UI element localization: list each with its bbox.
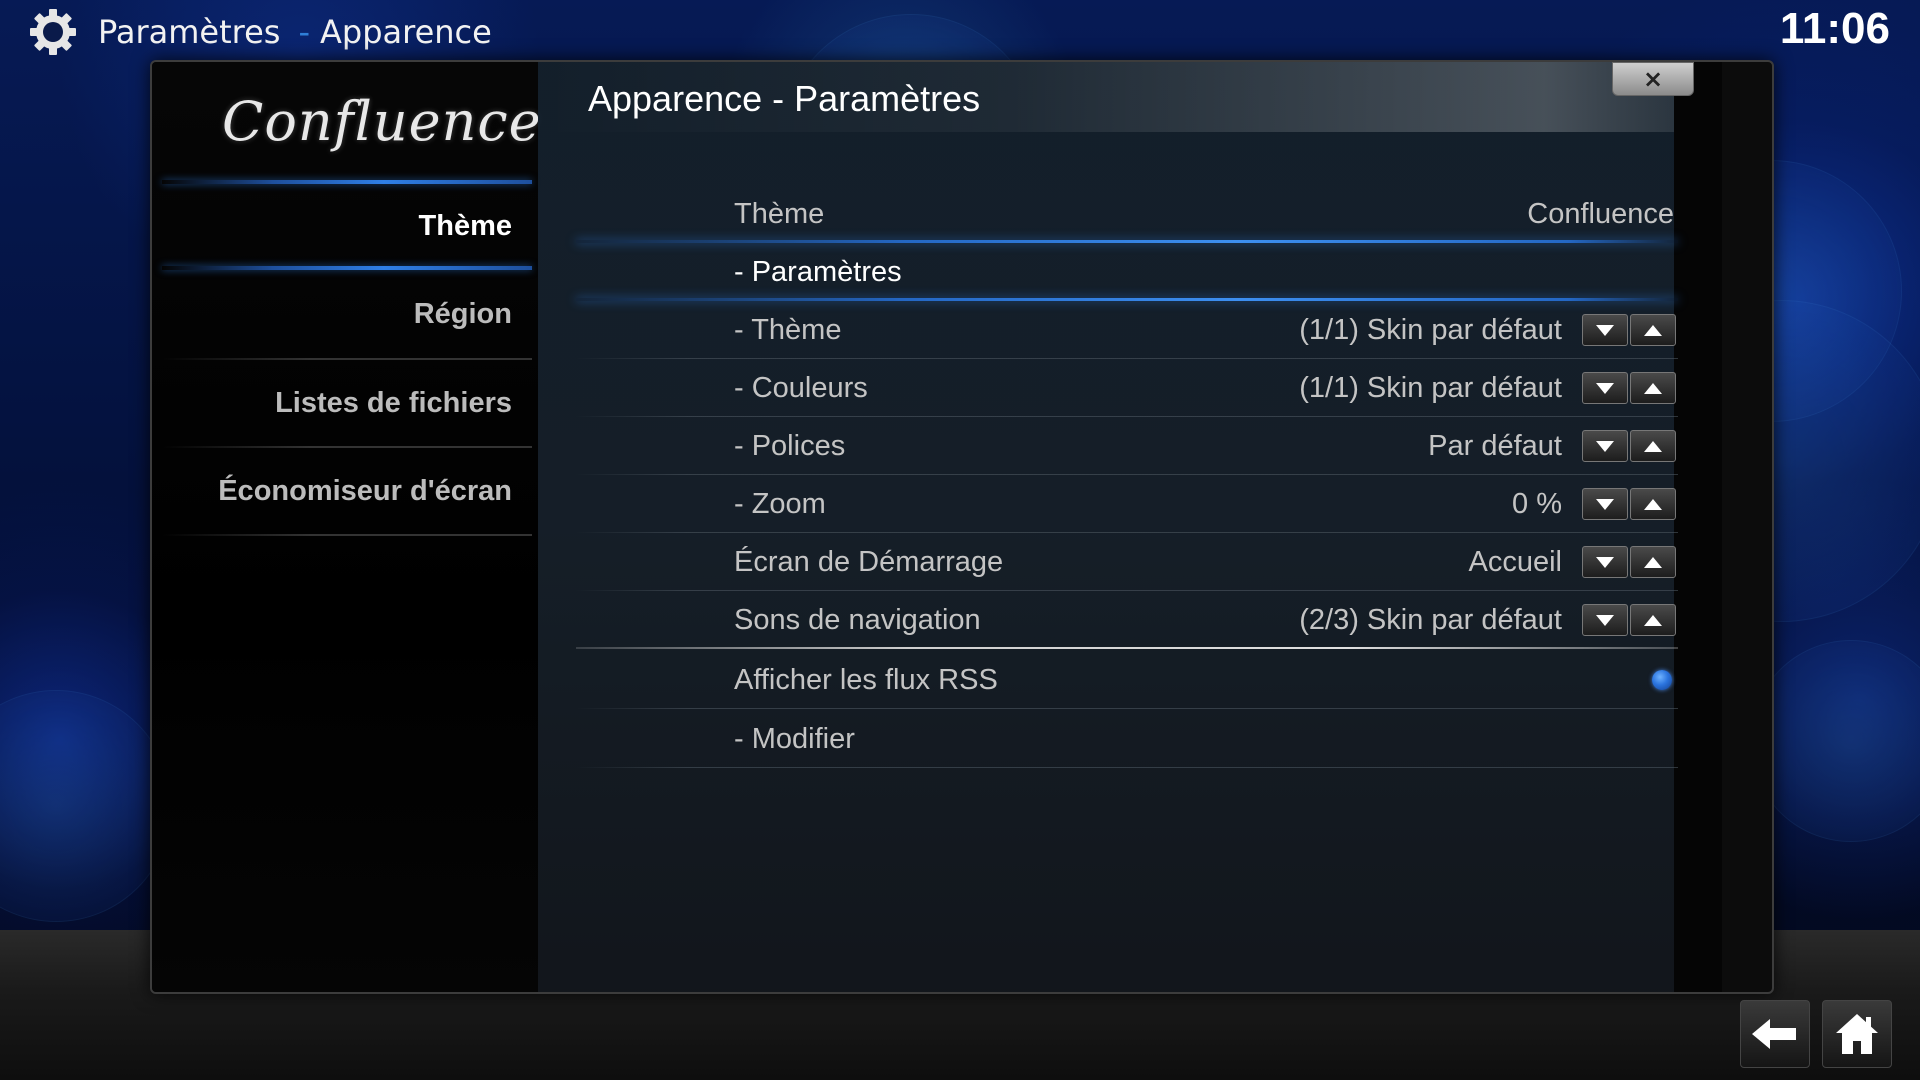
panel-edge xyxy=(1674,62,1722,992)
setting-label: - Polices xyxy=(734,430,846,462)
breadcrumb-page: Apparence xyxy=(320,13,492,51)
row-divider xyxy=(576,708,1678,709)
sidebar-divider xyxy=(162,266,532,270)
setting-label: Écran de Démarrage xyxy=(734,546,1004,578)
spin-up-button[interactable] xyxy=(1630,546,1676,578)
close-button[interactable]: × xyxy=(1612,62,1694,96)
row-divider xyxy=(576,767,1678,768)
setting-row-fonts[interactable]: - Polices Par défaut xyxy=(576,417,1678,475)
setting-label: - Zoom xyxy=(734,488,826,520)
spin-up-button[interactable] xyxy=(1630,430,1676,462)
setting-row-navigation-sounds[interactable]: Sons de navigation (2/3) Skin par défaut xyxy=(576,591,1678,649)
spin-control xyxy=(1582,546,1678,578)
setting-row-theme[interactable]: Thème Confluence xyxy=(576,185,1678,243)
setting-value: (1/1) Skin par défaut xyxy=(1299,372,1562,404)
setting-value: (2/3) Skin par défaut xyxy=(1299,604,1562,636)
spin-up-button[interactable] xyxy=(1630,488,1676,520)
chevron-down-icon xyxy=(1596,440,1614,452)
setting-label: - Couleurs xyxy=(734,372,868,404)
setting-row-edit-rss[interactable]: - Modifier xyxy=(576,710,1678,768)
sidebar-divider xyxy=(162,446,532,448)
background-bubble xyxy=(0,690,172,922)
chevron-down-icon xyxy=(1596,556,1614,568)
sidebar-item-file-lists[interactable]: Listes de fichiers xyxy=(275,387,512,420)
spin-down-button[interactable] xyxy=(1582,372,1628,404)
sidebar-divider xyxy=(162,358,532,360)
chevron-up-icon xyxy=(1644,324,1662,336)
spin-control xyxy=(1582,372,1678,404)
breadcrumb-section: Paramètres xyxy=(98,13,281,51)
chevron-down-icon xyxy=(1596,498,1614,510)
back-arrow-icon xyxy=(1752,1019,1796,1049)
background-bubble xyxy=(1750,640,1920,842)
sidebar: Confluence Thème Région Listes de fichie… xyxy=(152,62,541,992)
home-icon xyxy=(1836,1014,1878,1054)
chevron-up-icon xyxy=(1644,498,1662,510)
setting-value: Confluence xyxy=(1527,198,1674,230)
toggle-on-indicator[interactable] xyxy=(1652,670,1672,690)
spin-down-button[interactable] xyxy=(1582,546,1628,578)
spin-control xyxy=(1582,314,1678,346)
dialog-title: Apparence - Paramètres xyxy=(588,78,981,119)
setting-row-colors[interactable]: - Couleurs (1/1) Skin par défaut xyxy=(576,359,1678,417)
setting-label: Thème xyxy=(734,198,825,230)
clock: 11:06 xyxy=(1779,4,1890,53)
chevron-up-icon xyxy=(1644,382,1662,394)
setting-value: Par défaut xyxy=(1428,430,1562,462)
chevron-down-icon xyxy=(1596,324,1614,336)
setting-value: (1/1) Skin par défaut xyxy=(1299,314,1562,346)
spin-up-button[interactable] xyxy=(1630,314,1676,346)
sidebar-item-screensaver[interactable]: Économiseur d'écran xyxy=(218,475,512,508)
chevron-down-icon xyxy=(1596,614,1614,626)
setting-label: - Thème xyxy=(734,314,842,346)
chevron-up-icon xyxy=(1644,614,1662,626)
gear-icon xyxy=(30,9,76,55)
settings-dialog: Confluence Thème Région Listes de fichie… xyxy=(150,60,1774,994)
home-button[interactable] xyxy=(1822,1000,1892,1068)
setting-label: Sons de navigation xyxy=(734,604,981,636)
sidebar-item-region[interactable]: Région xyxy=(414,298,512,331)
close-icon: × xyxy=(1642,65,1664,93)
skin-logo: Confluence xyxy=(222,90,542,153)
kodi-screen: Paramètres - Apparence 11:06 Confluence … xyxy=(0,0,1920,1080)
spin-down-button[interactable] xyxy=(1582,604,1628,636)
setting-label: - Paramètres xyxy=(734,256,902,288)
breadcrumb: Paramètres - Apparence xyxy=(28,6,492,58)
setting-label: - Modifier xyxy=(734,723,855,755)
setting-row-rss-feeds[interactable]: Afficher les flux RSS xyxy=(576,651,1678,709)
row-divider xyxy=(576,647,1678,649)
back-button[interactable] xyxy=(1740,1000,1810,1068)
spin-up-button[interactable] xyxy=(1630,604,1676,636)
setting-row-zoom[interactable]: - Zoom 0 % xyxy=(576,475,1678,533)
spin-control xyxy=(1582,430,1678,462)
setting-label: Afficher les flux RSS xyxy=(734,664,998,696)
spin-down-button[interactable] xyxy=(1582,314,1628,346)
breadcrumb-separator: - xyxy=(298,13,310,51)
chevron-up-icon xyxy=(1644,440,1662,452)
spin-up-button[interactable] xyxy=(1630,372,1676,404)
setting-value: 0 % xyxy=(1512,488,1562,520)
chevron-up-icon xyxy=(1644,556,1662,568)
chevron-down-icon xyxy=(1596,382,1614,394)
sidebar-item-theme[interactable]: Thème xyxy=(419,210,512,243)
setting-row-skin-theme[interactable]: - Thème (1/1) Skin par défaut xyxy=(576,301,1678,359)
spin-down-button[interactable] xyxy=(1582,488,1628,520)
setting-row-startup-window[interactable]: Écran de Démarrage Accueil xyxy=(576,533,1678,591)
spin-control xyxy=(1582,604,1678,636)
spin-control xyxy=(1582,488,1678,520)
setting-row-settings[interactable]: - Paramètres xyxy=(576,243,1678,301)
spin-down-button[interactable] xyxy=(1582,430,1628,462)
setting-value: Accueil xyxy=(1468,546,1563,578)
sidebar-divider xyxy=(162,180,532,184)
sidebar-divider xyxy=(162,534,532,536)
